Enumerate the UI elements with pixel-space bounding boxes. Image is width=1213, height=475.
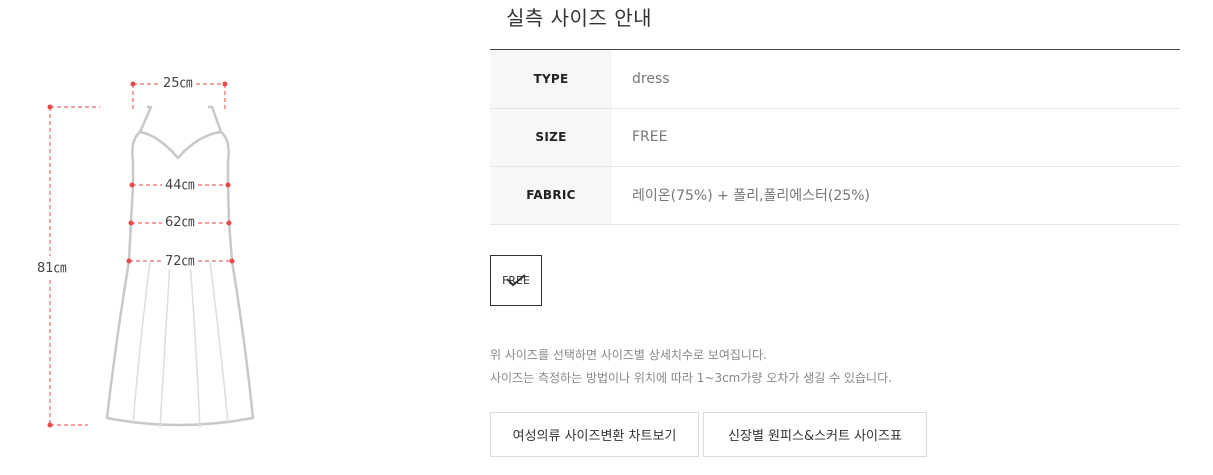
- type-label: TYPE: [490, 50, 612, 108]
- size-option-free[interactable]: FREE: [490, 255, 542, 306]
- size-option-label: FREE: [502, 274, 530, 287]
- size-guide-title: 실측 사이즈 안내: [506, 6, 653, 30]
- strap-width-label: 25㎝: [161, 76, 195, 91]
- womens-size-conversion-chart-button[interactable]: 여성의류 사이즈변환 차트보기: [490, 412, 699, 457]
- waist-width-label: 62㎝: [163, 215, 197, 230]
- chest-width-label: 44㎝: [163, 178, 197, 193]
- spec-table: TYPE dress SIZE FREE FABRIC 레이온(75%) + 폴…: [490, 50, 1180, 225]
- table-row: FABRIC 레이온(75%) + 폴리,폴리에스터(25%): [490, 166, 1180, 224]
- type-value: dress: [632, 70, 670, 87]
- table-row: TYPE dress: [490, 50, 1180, 108]
- fabric-label: FABRIC: [490, 166, 612, 224]
- skirt-pleats: [132, 261, 229, 429]
- dimension-lines: [49, 83, 232, 426]
- dress-outline-svg: [47, 81, 255, 429]
- total-length-label: 81㎝: [35, 261, 69, 276]
- fabric-value: 레이온(75%) + 폴리,폴리에스터(25%): [632, 188, 870, 204]
- height-dress-skirt-size-chart-button[interactable]: 신장별 원피스&스커트 사이즈표: [703, 412, 927, 457]
- dress-size-illustration: 25㎝ 44㎝ 62㎝ 72㎝ 81㎝: [0, 0, 470, 475]
- size-value: FREE: [632, 129, 668, 145]
- table-row: SIZE FREE: [490, 108, 1180, 166]
- size-notice-line-1: 위 사이즈를 선택하면 사이즈별 상세치수로 보여집니다.: [490, 348, 767, 362]
- size-label: SIZE: [490, 108, 612, 166]
- size-notice-line-2: 사이즈는 측정하는 방법이나 위치에 따라 1~3cm가량 오차가 생길 수 있…: [490, 371, 892, 385]
- hip-width-label: 72㎝: [163, 254, 197, 269]
